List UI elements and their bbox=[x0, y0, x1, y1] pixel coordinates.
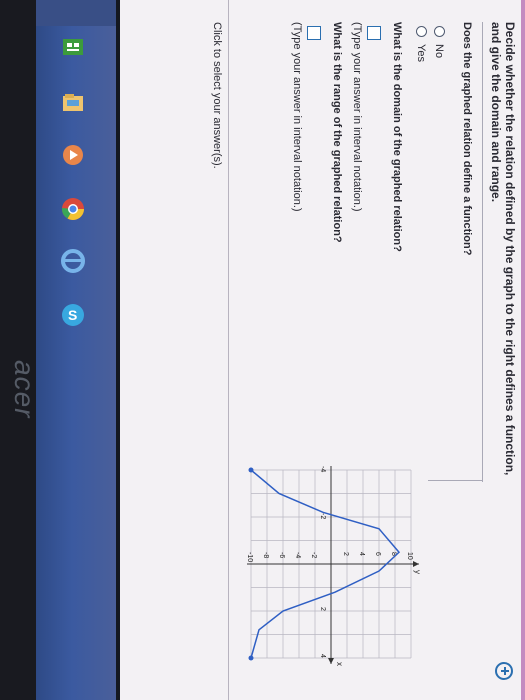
y-tick-label: 6 bbox=[374, 552, 381, 556]
curve-end-arrow bbox=[248, 655, 254, 661]
range-answer-field[interactable] bbox=[307, 26, 321, 40]
footer-instruction: Click to select your answer(s). bbox=[211, 22, 223, 169]
question-page: Decide whether the relation defined by t… bbox=[120, 0, 525, 700]
question-domain: What is the domain of the graphed relati… bbox=[391, 22, 403, 252]
footer-divider bbox=[228, 0, 229, 700]
y-tick-label: -2 bbox=[310, 552, 317, 558]
skype-icon[interactable]: S bbox=[58, 300, 88, 330]
store-icon[interactable] bbox=[58, 32, 88, 62]
media-player-icon[interactable] bbox=[58, 140, 88, 170]
y-tick-label: 10 bbox=[406, 552, 413, 560]
curve-start-arrow bbox=[248, 467, 254, 473]
y-tick-label: -6 bbox=[278, 552, 285, 558]
radio-yes[interactable] bbox=[416, 26, 427, 37]
hint-domain: (Type your answer in interval notation.) bbox=[351, 22, 363, 212]
radio-no[interactable] bbox=[434, 26, 445, 37]
y-tick-label: 2 bbox=[342, 552, 349, 556]
divider-vertical bbox=[428, 480, 483, 481]
svg-text:S: S bbox=[68, 307, 77, 323]
ie-icon[interactable] bbox=[58, 246, 88, 276]
zoom-in-icon[interactable] bbox=[495, 662, 513, 680]
option-yes-label: Yes bbox=[415, 44, 427, 62]
y-axis-arrow bbox=[413, 561, 419, 567]
x-axis-label: x bbox=[335, 662, 344, 666]
file-explorer-icon[interactable] bbox=[58, 88, 88, 118]
x-tick-label: 4 bbox=[319, 654, 326, 658]
relation-graph: xy-4-224108642-2-4-6-8-10 bbox=[246, 466, 422, 666]
x-axis-arrow bbox=[328, 658, 334, 664]
x-tick-label: 2 bbox=[319, 607, 326, 611]
laptop-bezel bbox=[0, 0, 36, 700]
y-tick-label: -8 bbox=[262, 552, 269, 558]
divider bbox=[482, 22, 483, 482]
x-tick-label: -4 bbox=[319, 466, 326, 472]
question-function: Does the graphed relation define a funct… bbox=[461, 22, 473, 256]
taskbar: S bbox=[36, 0, 116, 700]
y-axis-label: y bbox=[413, 570, 422, 574]
option-no-label: No bbox=[433, 44, 445, 59]
page-top-border bbox=[521, 0, 525, 700]
y-tick-label: -4 bbox=[294, 552, 301, 558]
instruction-text: Decide whether the relation defined by t… bbox=[489, 22, 517, 476]
question-range: What is the range of the graphed relatio… bbox=[331, 22, 343, 243]
hint-range: (Type your answer in interval notation.) bbox=[291, 22, 303, 212]
chrome-icon[interactable] bbox=[58, 194, 88, 224]
y-tick-label: 4 bbox=[358, 552, 365, 556]
domain-answer-field[interactable] bbox=[367, 26, 381, 40]
y-tick-label: -10 bbox=[246, 552, 253, 562]
x-tick-label: -2 bbox=[319, 513, 326, 519]
taskbar-start-area[interactable] bbox=[36, 0, 116, 26]
